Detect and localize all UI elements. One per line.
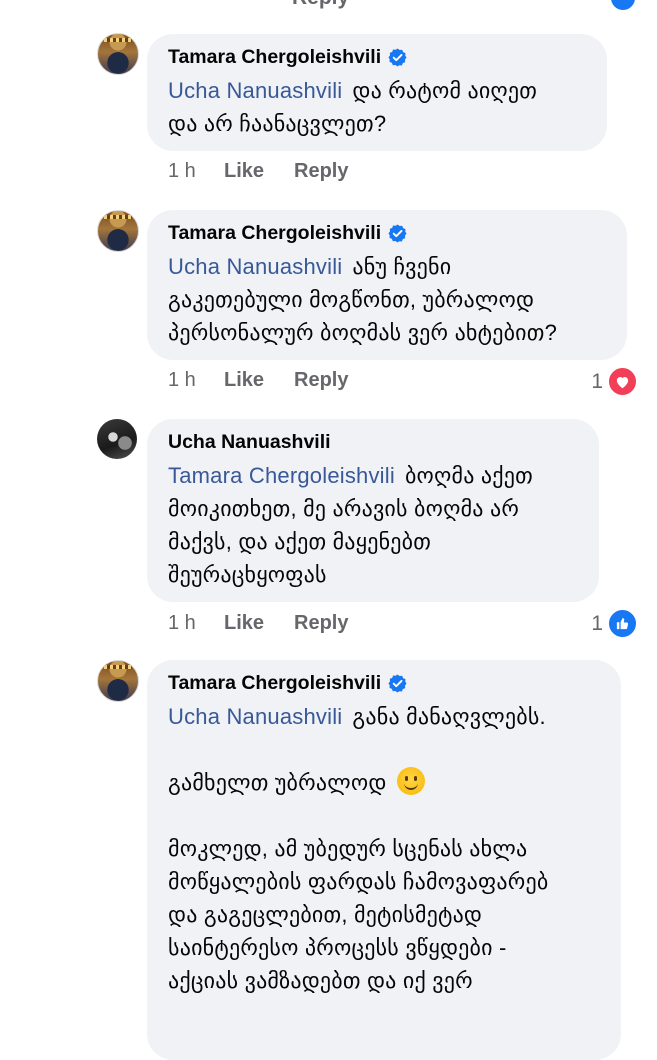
love-icon [607, 366, 638, 397]
author-name[interactable]: Tamara Chergoleishvili [168, 220, 381, 246]
reaction-count: 1 [591, 611, 603, 635]
timestamp[interactable]: 1 h [168, 160, 224, 183]
comment-actions: 1 h Like Reply [168, 369, 348, 392]
mention-link[interactable]: Tamara Chergoleishvili [168, 463, 395, 488]
like-reaction-icon[interactable] [611, 0, 635, 10]
like-button[interactable]: Like [224, 160, 294, 183]
mention-link[interactable]: Ucha Nanuashvili [168, 78, 342, 103]
comment-bubble: Ucha Nanuashvili Tamara Chergoleishvili ბ… [147, 419, 599, 602]
comment-author[interactable]: Tamara Chergoleishvili [168, 670, 601, 696]
comment-actions: 1 h Like Reply [168, 160, 348, 183]
comment-text: Ucha Nanuashvili და რატომ აიღეთ და არ ჩაა… [168, 78, 538, 136]
comment-bubble: Tamara Chergoleishvili Ucha Nanuashvili დ… [147, 34, 607, 151]
timestamp[interactable]: 1 h [168, 612, 224, 635]
author-name[interactable]: Tamara Chergoleishvili [168, 670, 381, 696]
like-button[interactable]: Like [224, 369, 294, 392]
comment-bubble: Tamara Chergoleishvili Ucha Nanuashvili გ… [147, 660, 621, 1060]
comment-text: Ucha Nanuashvili განა მანაღვლებს. გამხელთ… [168, 704, 549, 993]
timestamp[interactable]: 1 h [168, 369, 224, 392]
mention-link[interactable]: Ucha Nanuashvili [168, 704, 342, 729]
comment-bubble: Tamara Chergoleishvili Ucha Nanuashvili ა… [147, 210, 627, 360]
reply-button[interactable]: Reply [294, 369, 348, 392]
comment-author[interactable]: Tamara Chergoleishvili [168, 44, 587, 70]
comment-text: Tamara Chergoleishvili ბოღმა აქეთ მოიკითხ… [168, 463, 533, 587]
reply-button[interactable]: Reply [294, 160, 348, 183]
reply-link[interactable]: Reply [292, 0, 349, 10]
avatar[interactable] [97, 33, 139, 75]
like-button[interactable]: Like [224, 612, 294, 635]
avatar[interactable] [97, 210, 139, 252]
avatar[interactable] [97, 660, 139, 702]
author-name[interactable]: Tamara Chergoleishvili [168, 44, 381, 70]
verified-badge-icon [388, 673, 407, 693]
previous-comment-fragment: Reply [0, 0, 657, 12]
comment-author[interactable]: Tamara Chergoleishvili [168, 220, 607, 246]
author-name[interactable]: Ucha Nanuashvili [168, 429, 331, 455]
smiling-face-emoji-icon [396, 767, 425, 795]
like-icon [607, 608, 638, 639]
reply-button[interactable]: Reply [294, 612, 348, 635]
comment-text: Ucha Nanuashvili ანუ ჩვენი გაკეთებული მოგ… [168, 254, 558, 345]
comment-actions: 1 h Like Reply [168, 612, 348, 635]
reaction-summary[interactable]: 1 [591, 608, 638, 639]
verified-badge-icon [388, 47, 407, 67]
reaction-count: 1 [591, 369, 603, 393]
comment-author[interactable]: Ucha Nanuashvili [168, 429, 579, 455]
avatar[interactable] [97, 419, 137, 459]
mention-link[interactable]: Ucha Nanuashvili [168, 254, 342, 279]
reaction-summary[interactable]: 1 [591, 366, 638, 397]
verified-badge-icon [388, 223, 407, 243]
